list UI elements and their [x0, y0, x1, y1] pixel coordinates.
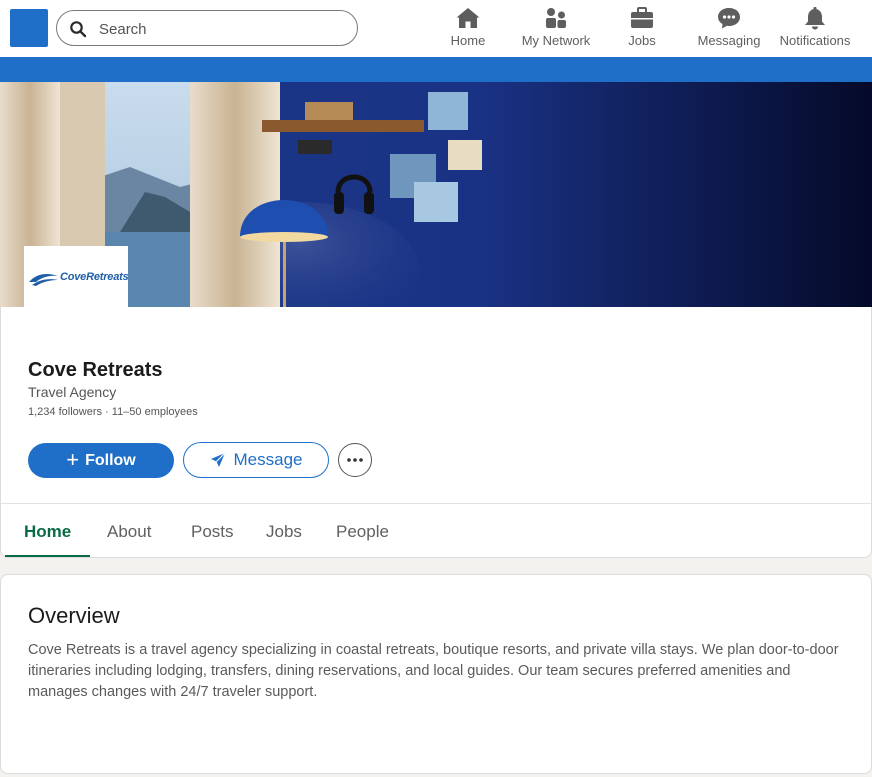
tab-posts[interactable]: Posts [191, 522, 234, 542]
top-nav: Home My Network Jobs Messaging [0, 0, 872, 57]
message-label: Message [233, 450, 303, 469]
nav-my-network-label: My Network [521, 33, 591, 48]
nav-notifications-label: Notifications [779, 33, 851, 48]
brand-band [0, 57, 872, 82]
briefcase-icon [631, 7, 653, 28]
ellipsis-icon [347, 458, 363, 462]
chat-icon [718, 8, 740, 29]
more-options-button[interactable] [338, 443, 372, 477]
bell-icon [805, 7, 825, 30]
tab-jobs[interactable]: Jobs [266, 522, 302, 542]
follow-button[interactable]: + Follow [28, 443, 174, 478]
nav-messaging-label: Messaging [697, 33, 761, 48]
overview-text: Cove Retreats is a travel agency special… [28, 642, 839, 700]
company-type: Travel Agency [28, 384, 117, 400]
tabs-divider [1, 503, 871, 504]
search-bar[interactable] [56, 10, 358, 46]
nav-my-network[interactable]: My Network [519, 6, 593, 52]
tab-about[interactable]: About [107, 522, 151, 542]
search-input[interactable] [99, 18, 339, 40]
app-logo[interactable] [10, 9, 48, 47]
overview-title: Overview [28, 603, 120, 628]
nav-jobs-label: Jobs [628, 33, 656, 48]
home-icon [456, 8, 480, 28]
cover-image [0, 82, 872, 307]
plus-icon: + [66, 446, 80, 472]
nav-home-label: Home [450, 33, 486, 48]
nav-jobs[interactable]: Jobs [624, 6, 660, 52]
people-icon [546, 8, 566, 28]
nav-messaging[interactable]: Messaging [696, 6, 762, 52]
company-logo[interactable]: CoveRetreats [24, 246, 129, 307]
nav-home[interactable]: Home [446, 6, 490, 52]
company-logo-text: CoveRetreats [60, 271, 129, 283]
tab-home[interactable]: Home [24, 522, 71, 542]
follow-label: Follow [85, 451, 136, 469]
message-button[interactable]: Message [183, 442, 329, 478]
company-meta: 1,234 followers · 11–50 employees [28, 406, 198, 418]
search-icon [70, 21, 87, 38]
tab-people[interactable]: People [336, 522, 389, 542]
nav-notifications[interactable]: Notifications [777, 6, 853, 52]
company-name: Cove Retreats [28, 359, 163, 381]
profile-card [0, 307, 872, 558]
active-tab-indicator [5, 555, 90, 557]
send-icon [210, 452, 225, 467]
